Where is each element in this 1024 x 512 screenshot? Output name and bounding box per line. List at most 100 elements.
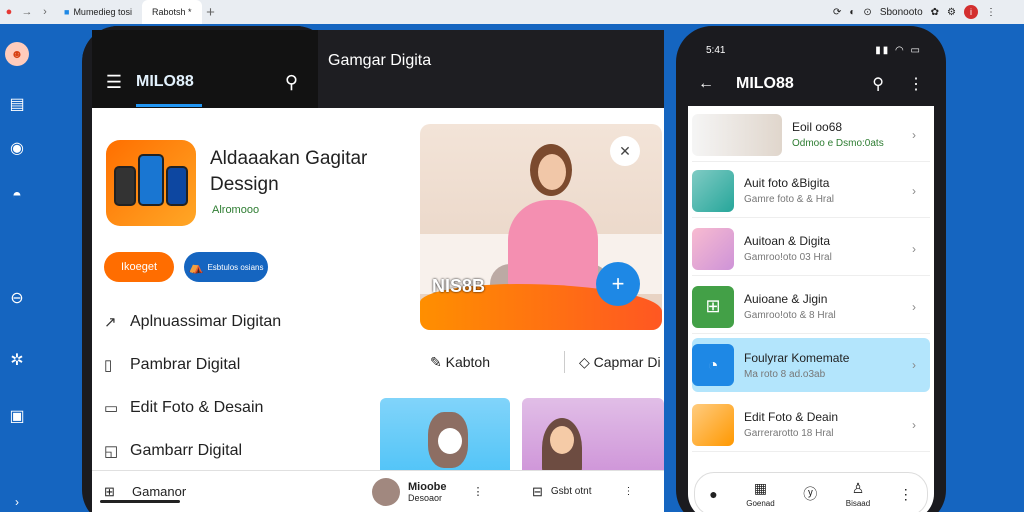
divider (564, 351, 565, 373)
thumbnail-2[interactable] (522, 398, 664, 478)
list-thumbnail (692, 169, 734, 212)
menu-item-1[interactable]: ↗ Aplnuassimar Digitan (104, 300, 404, 343)
hero-image[interactable]: NIS8B ✕ + (420, 124, 662, 330)
more-icon[interactable]: ⋮ (908, 74, 924, 94)
header-title: Gamgar Digita (328, 52, 432, 69)
chevron-right-icon[interactable]: › (5, 490, 29, 512)
list-title: Eoil oo68 (792, 120, 843, 134)
main-panel: ☰ MILO88 ⚲ Gamgar Digita Aldaaakan Gagit… (92, 30, 664, 512)
cloud-icon[interactable]: ◓ (5, 184, 29, 208)
bottom-right-item[interactable]: ⊟ Gsbt otnt ⋮ (532, 484, 664, 500)
nav-item-3[interactable]: ♙ Bisaad (846, 480, 870, 508)
menu-item-4[interactable]: ◱ Gambarr Digital (104, 429, 404, 472)
chevron-right-icon: › (912, 183, 916, 198)
bottom-left-item[interactable]: ⊞ Gamanor (92, 484, 372, 500)
bottom-mid-title: Mioobe (408, 480, 447, 493)
nav-more[interactable]: ⋮ (899, 486, 913, 503)
list-subtitle: Garrerarotto 18 Hral (744, 428, 834, 439)
bottom-mid-item[interactable]: Mioobe Desoaor ⋮ (372, 477, 532, 506)
more-icon[interactable]: ⋮ (986, 7, 996, 18)
image-icon: ▯ (104, 356, 113, 374)
home-icon: ● (709, 486, 718, 502)
chevron-right-icon: › (912, 417, 916, 432)
puzzle-icon[interactable]: ⟳ (833, 7, 841, 18)
menu-label: Gambarr Digital (130, 441, 243, 459)
list-item[interactable]: Auitoan & Digita Gamroo!oto 03 Hral › (692, 222, 930, 276)
menu-icon[interactable]: ☰ (92, 72, 136, 93)
header-title-block: Gamgar Digita (318, 30, 664, 108)
back-icon[interactable]: → (18, 0, 36, 24)
app-grid-icon: ⊞ (692, 285, 734, 328)
panel-header: ☰ MILO88 ⚲ Gamgar Digita (92, 30, 664, 108)
back-arrow-icon[interactable]: ← (676, 75, 736, 93)
list-item-selected[interactable]: ◔ Foulyrar Komemate Ma roto 8 ad.o3ab › (692, 338, 930, 392)
bottom-nav: ● ▦ Goenad ⓨ ♙ Bisaad ⋮ (694, 472, 928, 512)
list-item[interactable]: Auit foto &Bigita Gamre foto & & Hral › (692, 164, 930, 218)
list-title: Auitoan & Digita (744, 234, 831, 248)
thumbnail-1[interactable] (380, 398, 510, 478)
menu-label: Pambrar Digital (130, 355, 241, 373)
nav-item-2[interactable]: ⓨ (803, 484, 817, 504)
install-button[interactable]: Ikoeget (104, 252, 174, 282)
app-icon[interactable] (106, 140, 196, 226)
list-item[interactable]: Edit Foto & Deain Garrerarotto 18 Hral › (692, 398, 930, 452)
list-item[interactable]: ⊞ Auioane & Jigin Gamroo!oto & 8 Hral › (692, 280, 930, 334)
more-icon[interactable]: ⋮ (473, 485, 484, 498)
profile-icon[interactable]: ◐ (849, 7, 855, 18)
edit-icon: ▭ (104, 399, 119, 417)
close-icon[interactable]: ✕ (610, 136, 640, 166)
profile-icon: ♙ (851, 480, 865, 496)
home-indicator (100, 500, 180, 503)
steering-icon[interactable]: ⊖ (5, 286, 29, 310)
file-icon: ◱ (104, 442, 119, 460)
search-icon[interactable]: ⚲ (285, 72, 298, 93)
nav-item-1[interactable]: ▦ Goenad (746, 480, 774, 508)
nav-label: Goenad (746, 499, 775, 508)
tools-icon[interactable]: ✲ (5, 348, 29, 372)
circle-icon: ⓨ (803, 486, 818, 502)
more-icon: ⋮ (898, 485, 913, 502)
left-rail: ☻ ▤ ◉ ◓ ⊖ ✲ ▣ › (0, 24, 34, 512)
chevron-right-icon: › (912, 358, 916, 372)
search-icon[interactable]: ⚲ (872, 74, 884, 94)
browser-tab-2[interactable]: Rabotsh * (141, 0, 202, 24)
box-icon[interactable]: ▣ (5, 404, 29, 428)
new-tab-icon[interactable]: + (202, 0, 220, 24)
forward-icon[interactable]: › (36, 0, 54, 24)
calendar-icon: ▦ (753, 480, 768, 496)
list-item[interactable]: Eoil oo68 Odmoo e Dsmo:0ats › (692, 108, 930, 162)
pencil-icon: ✎ (430, 353, 446, 370)
list-title: Edit Foto & Deain (744, 410, 839, 424)
list-thumbnail (692, 227, 734, 270)
bottom-mid-sub: Desoaor (408, 492, 443, 503)
more-icon[interactable]: ⋮ (623, 486, 633, 497)
browser-tab-1[interactable]: ■ Mumedieg tosi (54, 0, 142, 24)
alert-icon[interactable]: i (964, 5, 978, 19)
extension-icon[interactable]: ✿ (931, 7, 939, 18)
share-button[interactable]: ⛺ Esbtulos osians (184, 252, 268, 282)
hero-label: NIS8B (432, 276, 486, 296)
menu-item-3[interactable]: ▭ Edit Foto & Desain (104, 386, 404, 429)
browser-right-label: Sbonooto (879, 6, 923, 18)
settings-icon[interactable]: ⚙ (947, 7, 956, 18)
add-icon[interactable]: + (596, 262, 640, 306)
avatar[interactable]: ☻ (5, 42, 29, 66)
action-capture[interactable]: ◇ Capmar Di (579, 354, 661, 371)
bottom-right-label: Gsbt otnt (550, 486, 592, 497)
status-icons: ▮▮ ◠ ▭ (875, 44, 922, 56)
menu-item-2[interactable]: ▯ Pambrar Digital (104, 343, 404, 386)
info-icon[interactable]: ⊙ (863, 7, 871, 18)
list-subtitle: Gamre foto & & Hral (744, 194, 835, 205)
chat-icon[interactable]: ◉ (5, 136, 29, 160)
menu-label: Edit Foto & Desain (130, 398, 264, 416)
grid-icon[interactable]: ▤ (5, 92, 29, 116)
list-title: Auioane & Jigin (744, 292, 828, 306)
nav-home[interactable]: ● (709, 486, 717, 502)
share-label: Esbtulos osians (207, 262, 264, 272)
tab-1-icon: ■ (64, 7, 70, 17)
brand-title: MILO88 (736, 75, 794, 92)
action-edit[interactable]: ✎ Kabtoh (430, 354, 550, 371)
nav-label: Bisaad (845, 499, 871, 508)
chevron-right-icon: › (912, 241, 916, 256)
gallery-icon: ⊞ (104, 483, 115, 499)
